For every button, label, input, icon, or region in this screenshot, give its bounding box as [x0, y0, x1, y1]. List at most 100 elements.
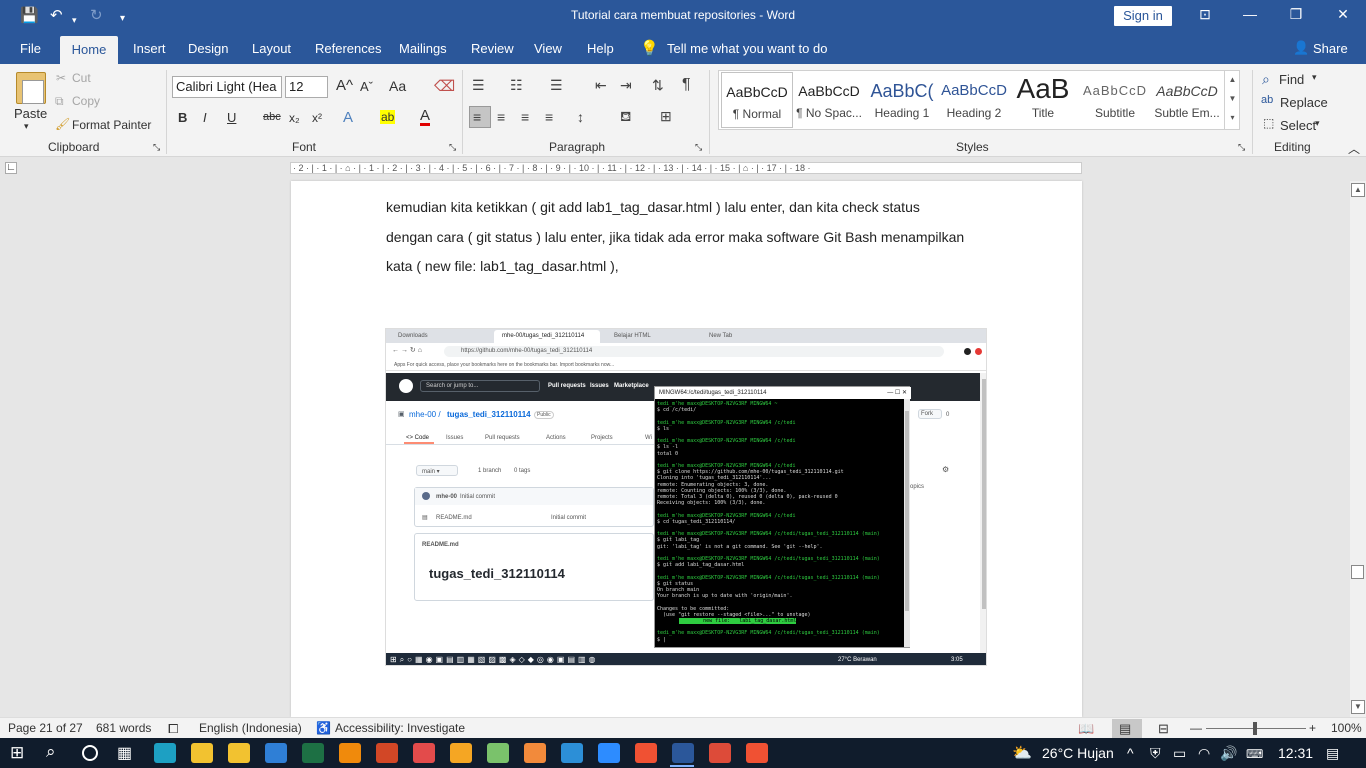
highlight-button[interactable]: ab	[380, 110, 396, 124]
cut-button[interactable]: Cut	[72, 71, 91, 85]
italic-button[interactable]: I	[203, 110, 207, 125]
chrome-icon[interactable]	[709, 743, 731, 763]
word-count[interactable]: 681 words	[96, 721, 151, 735]
embedded-screenshot[interactable]: Downloads mhe-00/tugas_tedi_312110114 Be…	[385, 328, 987, 666]
page-count[interactable]: Page 21 of 27	[8, 721, 83, 735]
zoom-out-button[interactable]: —	[1190, 721, 1202, 735]
collapse-ribbon-icon[interactable]: ︿	[1348, 140, 1360, 157]
style-title[interactable]: AaB Title	[1007, 72, 1079, 128]
text-effects-button[interactable]: A	[343, 109, 353, 126]
show-formatting-marks-icon[interactable]: ¶	[682, 76, 691, 94]
font-color-button[interactable]: A	[420, 108, 431, 126]
paste-button[interactable]: Paste	[14, 106, 47, 121]
restore-button[interactable]: ❐	[1281, 6, 1311, 23]
security-icon[interactable]: ⛨	[1150, 745, 1161, 762]
proofing-icon[interactable]: ⧠	[168, 721, 178, 737]
vlc-icon[interactable]	[339, 743, 361, 763]
justify-icon[interactable]: ≡	[545, 109, 553, 125]
horizontal-ruler[interactable]: · 2 · | · 1 · | · ⌂ · | · 1 · | · 2 · | …	[290, 162, 1082, 174]
superscript-button[interactable]: x²	[312, 111, 322, 125]
select-button[interactable]: Select	[1280, 118, 1316, 133]
tab-help[interactable]: Help	[587, 41, 614, 56]
weather-text[interactable]: 26°C Hujan	[1042, 745, 1114, 761]
language-indicator[interactable]: English (Indonesia)	[199, 721, 302, 735]
tab-home[interactable]: Home	[60, 36, 118, 64]
tab-file[interactable]: File	[20, 41, 41, 56]
select-dropdown-icon[interactable]: ▾	[1315, 118, 1320, 129]
scroll-up-button[interactable]: ▲	[1351, 183, 1365, 197]
battery-icon[interactable]: ▭	[1173, 745, 1186, 762]
bold-button[interactable]: B	[178, 110, 187, 125]
edge-icon[interactable]	[154, 743, 176, 763]
clear-formatting-icon[interactable]: ⌫	[434, 77, 455, 95]
grow-font-button[interactable]: A^	[336, 77, 353, 94]
tab-selector-icon[interactable]: ∟	[5, 162, 17, 174]
change-case-button[interactable]: Aa	[389, 78, 406, 94]
clipboard-launcher-icon[interactable]: ⤡	[153, 142, 160, 153]
style-subtitle[interactable]: AaBbCcD Subtitle	[1079, 72, 1151, 128]
shading-icon[interactable]: ⛾	[620, 108, 631, 127]
ribbon-display-options-icon[interactable]: ⊡	[1190, 6, 1220, 23]
line-spacing-icon[interactable]: ↕	[577, 109, 584, 125]
start-icon[interactable]: ⊞	[10, 743, 24, 763]
find-dropdown-icon[interactable]: ▾	[1312, 72, 1317, 83]
vertical-scrollbar[interactable]	[1350, 181, 1366, 717]
font-size-combo[interactable]: 12	[285, 76, 328, 98]
task-view-icon[interactable]: ▦	[117, 743, 132, 763]
subscript-button[interactable]: x₂	[289, 111, 300, 125]
decrease-indent-icon[interactable]: ⇤	[595, 77, 607, 94]
sign-in-button[interactable]: Sign in	[1114, 6, 1172, 26]
share-button[interactable]: Share	[1313, 41, 1348, 56]
search-icon[interactable]: ⌕	[46, 742, 56, 762]
close-button[interactable]: ✕	[1328, 6, 1358, 23]
style-heading-1[interactable]: AaBbC( Heading 1	[866, 72, 938, 128]
style-normal[interactable]: AaBbCcD ¶ Normal	[721, 72, 793, 128]
notepad-plus-icon[interactable]	[487, 743, 509, 763]
git-icon[interactable]	[635, 743, 657, 763]
bullets-icon[interactable]: ☰	[472, 77, 485, 94]
media-player-icon[interactable]	[450, 743, 472, 763]
keyboard-icon[interactable]: ⌨	[1246, 747, 1263, 761]
tell-me-search[interactable]: Tell me what you want to do	[667, 41, 827, 56]
volume-icon[interactable]: 🔊	[1220, 745, 1237, 762]
chevron-up-icon[interactable]: ^	[1127, 745, 1134, 761]
zoom-icon[interactable]	[598, 743, 620, 763]
scroll-down-button[interactable]: ▼	[1351, 700, 1365, 714]
underline-button[interactable]: U	[227, 110, 236, 125]
tab-layout[interactable]: Layout	[252, 41, 291, 56]
align-center-icon[interactable]: ≡	[497, 109, 505, 125]
notifications-icon[interactable]: ▤	[1326, 745, 1339, 762]
file-explorer-icon[interactable]	[191, 743, 213, 763]
tab-mailings[interactable]: Mailings	[399, 41, 447, 56]
paragraph-launcher-icon[interactable]: ⤡	[695, 142, 702, 153]
tab-view[interactable]: View	[534, 41, 562, 56]
style-heading-2[interactable]: AaBbCcD Heading 2	[938, 72, 1010, 128]
tab-references[interactable]: References	[315, 41, 381, 56]
format-painter-button[interactable]: Format Painter	[72, 118, 151, 132]
git-bash-icon[interactable]	[746, 743, 768, 763]
notepad-icon[interactable]	[413, 743, 435, 763]
web-layout-icon[interactable]: ⊟	[1158, 721, 1169, 737]
scroll-thumb[interactable]	[1351, 565, 1364, 579]
borders-icon[interactable]: ⊞	[660, 108, 672, 125]
strikethrough-button[interactable]: abc	[263, 111, 281, 123]
minimize-button[interactable]: —	[1235, 6, 1265, 22]
wifi-icon[interactable]: ◠	[1198, 745, 1210, 762]
shrink-font-button[interactable]: Aˇ	[360, 79, 373, 94]
style-subtle-emphasis[interactable]: AaBbCcD Subtle Em...	[1151, 72, 1223, 128]
clock[interactable]: 12:31	[1278, 745, 1313, 761]
style-no-spacing[interactable]: AaBbCcD ¶ No Spac...	[793, 72, 865, 128]
font-launcher-icon[interactable]: ⤡	[449, 142, 456, 153]
store-icon[interactable]	[228, 743, 250, 763]
styles-scroll[interactable]: ▲ ▼ ▾	[1224, 70, 1240, 130]
powerpoint-icon[interactable]	[376, 743, 398, 763]
replace-button[interactable]: Replace	[1280, 95, 1328, 110]
increase-indent-icon[interactable]: ⇥	[620, 77, 632, 94]
zoom-slider-thumb[interactable]	[1253, 722, 1257, 735]
font-name-combo[interactable]: Calibri Light (Hea	[172, 76, 282, 98]
accessibility-status[interactable]: Accessibility: Investigate	[335, 721, 465, 735]
brackets-icon[interactable]	[524, 743, 546, 763]
paste-dropdown-icon[interactable]: ▾	[24, 121, 29, 132]
styles-launcher-icon[interactable]: ⤡	[1238, 142, 1245, 153]
excel-icon[interactable]	[302, 743, 324, 763]
